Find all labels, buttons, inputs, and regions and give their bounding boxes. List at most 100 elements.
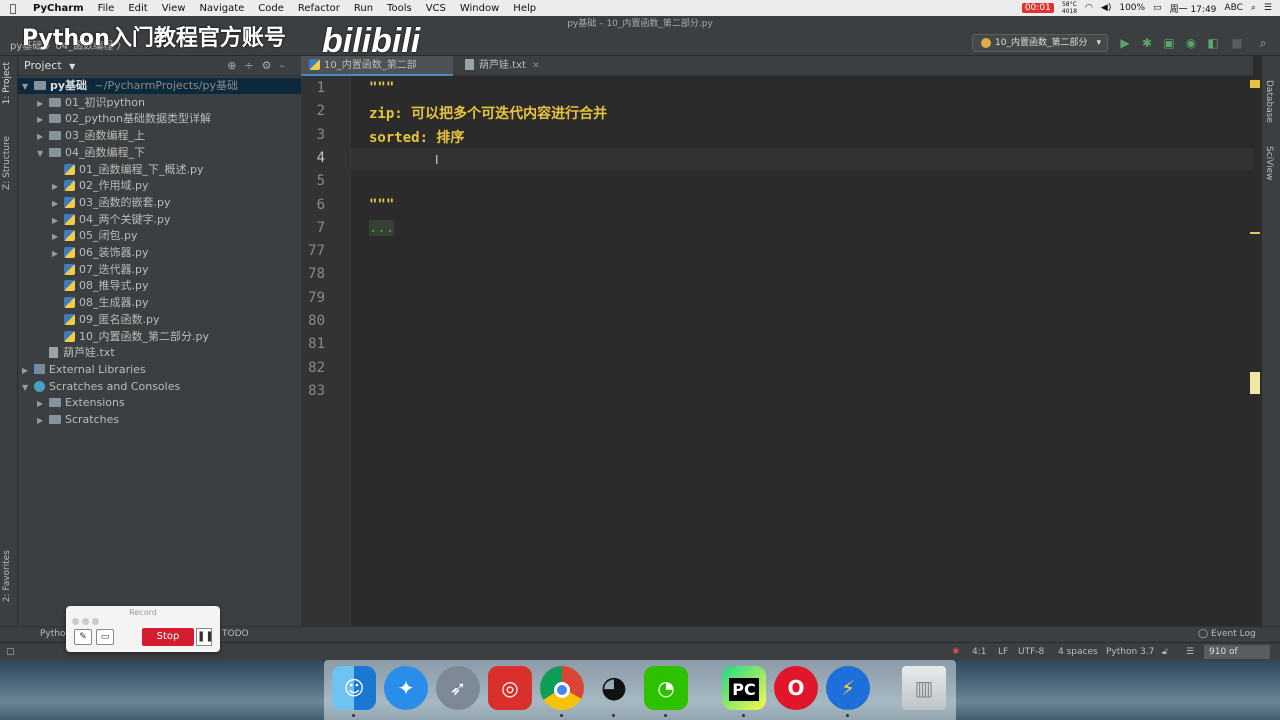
stop-button[interactable]: Stop — [142, 628, 194, 646]
tree-item[interactable]: ▶ 05_闭包.py — [52, 228, 138, 244]
menu-tools[interactable]: Tools — [380, 3, 419, 14]
tree-item[interactable]: 08_生成器.py — [52, 295, 149, 311]
tab-project[interactable]: 1: Project — [2, 62, 12, 104]
tab-editor-txt[interactable]: 葫芦娃.txt ✕ — [457, 56, 547, 76]
tree-item[interactable]: ▶ 01_初识python — [37, 95, 145, 111]
tree-root[interactable]: ▼ py基础 ~/PycharmProjects/py基础 — [18, 78, 301, 94]
wechat-icon[interactable]: ◔ — [644, 666, 688, 710]
menu-code[interactable]: Code — [251, 3, 291, 14]
menu-edit[interactable]: Edit — [121, 3, 154, 14]
memory-indicator[interactable]: 910 of 1981M — [1204, 645, 1270, 671]
tree-item[interactable]: ▶ 03_函数的嵌套.py — [52, 195, 171, 211]
run-icon[interactable]: ▶ — [1118, 36, 1132, 50]
tree-item[interactable]: ▶ Scratches — [37, 412, 119, 428]
trash-icon[interactable]: ▥ — [902, 666, 946, 710]
close-icon[interactable]: ✕ — [532, 61, 540, 71]
tree-item[interactable]: 01_函数编程_下_概述.py — [52, 162, 204, 178]
minimize-dot[interactable] — [82, 618, 89, 625]
menu-vcs[interactable]: VCS — [419, 3, 453, 14]
line-separator[interactable]: LF — [998, 647, 1008, 657]
zoom-dot[interactable] — [92, 618, 99, 625]
tab-todo[interactable]: TODO — [222, 629, 249, 639]
caret-position[interactable]: 4:1 — [972, 647, 986, 657]
collapse-icon[interactable]: ÷ — [244, 59, 261, 72]
menu-file[interactable]: File — [91, 3, 122, 14]
apple-menu-icon[interactable]:  — [0, 2, 26, 15]
chevron-right-icon[interactable]: ▶ — [52, 179, 64, 195]
profile-icon[interactable]: ◉ — [1184, 36, 1198, 50]
gear-icon[interactable]: ⚙ — [262, 59, 280, 72]
chrome-icon[interactable] — [540, 666, 584, 710]
stop-icon[interactable]: ■ — [1230, 36, 1244, 50]
debug-icon[interactable]: ✱ — [1140, 36, 1154, 50]
close-dot[interactable] — [72, 618, 79, 625]
clock[interactable]: 周一 17:49 — [1170, 2, 1217, 15]
pause-button[interactable]: ❚❚ — [196, 628, 214, 646]
chevron-right-icon[interactable]: ▶ — [52, 196, 64, 212]
tree-item[interactable]: ▶ 06_装饰器.py — [52, 245, 149, 261]
tree-item[interactable]: ▶ 02_python基础数据类型详解 — [37, 111, 211, 127]
tree-item[interactable]: 09_匿名函数.py — [52, 312, 160, 328]
menu-refactor[interactable]: Refactor — [291, 3, 347, 14]
chevron-right-icon[interactable]: ▶ — [37, 129, 49, 145]
tab-database[interactable]: Database — [1264, 80, 1274, 123]
tree-item[interactable]: ▶ External Libraries — [22, 362, 146, 378]
menu-window[interactable]: Window — [453, 3, 506, 14]
thunder-icon[interactable]: ⚡ — [826, 666, 870, 710]
tab-structure[interactable]: Z: Structure — [2, 136, 12, 190]
battery-percent[interactable]: 100% — [1119, 3, 1145, 13]
search-everywhere-icon[interactable]: ⌕ — [1256, 36, 1270, 50]
code-editor[interactable]: 1 2 3 4 5 6 7 77 78 79 80 81 82 83 """ zip: 可以把多个可迭代内容… — [301, 76, 1253, 642]
indent-setting[interactable]: 4 spaces — [1058, 647, 1098, 657]
coverage-icon[interactable]: ▣ — [1162, 36, 1176, 50]
tab-editor-active[interactable]: 10_内置函数_第二部分.py✕ — [301, 56, 453, 91]
tree-item[interactable]: ▶ 02_作用域.py — [52, 178, 149, 194]
tree-item[interactable]: 葫芦娃.txt — [37, 345, 115, 361]
opera-icon[interactable]: O — [774, 666, 818, 710]
tab-event-log[interactable]: ◯ Event Log — [1198, 629, 1256, 639]
pen-icon[interactable]: ✎ — [74, 629, 92, 645]
chevron-right-icon[interactable]: ▶ — [52, 213, 64, 229]
lock-icon[interactable]: 🔓︎ — [1162, 647, 1168, 657]
tree-item[interactable]: 07_迭代器.py — [52, 262, 149, 278]
tree-item[interactable]: ▶ 04_两个关键字.py — [52, 212, 171, 228]
chevron-down-icon[interactable]: ▼ — [22, 380, 34, 396]
hide-icon[interactable]: – — [280, 59, 294, 72]
chevron-down-icon[interactable]: ▼ — [69, 62, 75, 71]
chevron-right-icon[interactable]: ▶ — [52, 229, 64, 245]
tree-item[interactable]: ▶ 03_函数编程_上 — [37, 128, 145, 144]
wifi-icon[interactable]: ◠ — [1085, 3, 1093, 13]
error-icon[interactable]: ✱ — [952, 647, 960, 657]
chevron-right-icon[interactable]: ▶ — [22, 363, 34, 379]
tab-favorites[interactable]: 2: Favorites — [2, 550, 12, 602]
launchpad-icon[interactable]: ➶ — [436, 666, 480, 710]
chevron-down-icon[interactable]: ▼ — [22, 79, 34, 95]
tree-item[interactable]: 10_内置函数_第二部分.py — [52, 329, 209, 345]
menu-help[interactable]: Help — [506, 3, 543, 14]
chevron-right-icon[interactable]: ▶ — [37, 413, 49, 429]
scrollbar-marker[interactable] — [1250, 232, 1260, 234]
tab-sciview[interactable]: SciView — [1264, 146, 1274, 181]
netease-music-icon[interactable]: ◎ — [488, 666, 532, 710]
concurrency-icon[interactable]: ◧ — [1206, 36, 1220, 50]
run-configuration-select[interactable]: 10_内置函数_第二部分 ▾ — [972, 34, 1108, 52]
chevron-right-icon[interactable]: ▶ — [52, 246, 64, 262]
record-time-indicator[interactable]: 00:01 — [1021, 3, 1054, 13]
safari-icon[interactable]: ✦ — [384, 666, 428, 710]
tree-item[interactable]: ▶ Extensions — [37, 395, 125, 411]
input-method[interactable]: ABC — [1224, 3, 1242, 13]
menu-navigate[interactable]: Navigate — [192, 3, 251, 14]
project-view-title[interactable]: Project — [24, 59, 62, 72]
tree-item[interactable]: ▼ 04_函数编程_下 — [37, 145, 145, 161]
tree-item[interactable]: ▼ Scratches and Consoles — [22, 379, 180, 395]
git-icon[interactable]: ☰ — [1186, 647, 1194, 657]
menu-view[interactable]: View — [155, 3, 193, 14]
locate-icon[interactable]: ⊕ — [227, 59, 244, 72]
chevron-right-icon[interactable]: ▶ — [37, 96, 49, 112]
notification-center-icon[interactable]: ☰ — [1264, 3, 1272, 13]
tool-windows-icon[interactable]: ▢ — [6, 647, 15, 657]
tree-item[interactable]: 08_推导式.py — [52, 278, 149, 294]
menu-run[interactable]: Run — [347, 3, 380, 14]
chevron-down-icon[interactable]: ▼ — [37, 146, 49, 162]
chevron-right-icon[interactable]: ▶ — [37, 112, 49, 128]
